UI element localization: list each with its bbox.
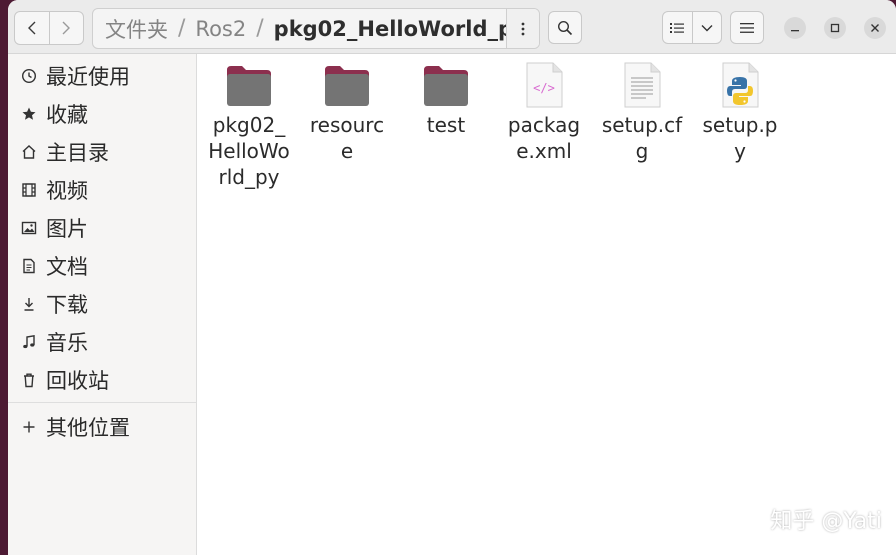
- folder-icon: [323, 60, 371, 108]
- sidebar-item-label: 音乐: [46, 331, 88, 355]
- breadcrumb-current[interactable]: pkg02_HelloWorld_py: [274, 17, 506, 41]
- sidebar-item-home[interactable]: 主目录: [8, 134, 196, 170]
- file-name: test: [426, 113, 466, 137]
- path-bar: 文件夹 / Ros2 / pkg02_HelloWorld_py: [92, 8, 540, 49]
- list-view-button[interactable]: [663, 12, 692, 43]
- clock-icon: [21, 68, 37, 84]
- search-button[interactable]: [548, 11, 582, 44]
- sidebar-item-pictures[interactable]: 图片: [8, 210, 196, 246]
- home-icon: [21, 144, 37, 160]
- file-item-setup-py[interactable]: setup.py: [692, 60, 788, 164]
- forward-button[interactable]: [48, 12, 84, 44]
- sidebar-item-label: 最近使用: [46, 65, 130, 89]
- sidebar-item-label: 下载: [46, 293, 88, 317]
- close-button[interactable]: [864, 17, 886, 39]
- breadcrumb-ros2[interactable]: Ros2: [195, 17, 246, 41]
- document-icon: [21, 258, 37, 274]
- sidebar: 最近使用 收藏 主目录 视频 图片 文档 下载 音乐 回收站 其他位置: [8, 54, 197, 555]
- file-name: setup.cfg: [601, 113, 683, 163]
- file-view: pkg02_HelloWorld_py resource test </> pa…: [197, 54, 896, 555]
- sidebar-item-music[interactable]: 音乐: [8, 324, 196, 360]
- folder-icon: [422, 60, 470, 108]
- view-dropdown-button[interactable]: [691, 12, 722, 43]
- sidebar-item-downloads[interactable]: 下载: [8, 286, 196, 322]
- hamburger-icon: [740, 22, 754, 33]
- image-icon: [21, 220, 37, 236]
- file-manager-window: 文件夹 / Ros2 / pkg02_HelloWorld_py 最近使用 收藏…: [8, 0, 896, 555]
- music-icon: [21, 334, 37, 350]
- chevron-left-icon: [27, 21, 36, 35]
- file-item-folder-test[interactable]: test: [398, 60, 494, 138]
- star-icon: [21, 106, 37, 122]
- file-item-package-xml[interactable]: </> package.xml: [496, 60, 592, 164]
- nav-buttons: [14, 11, 84, 45]
- vertical-ellipsis-icon: [521, 22, 525, 35]
- main-menu-button[interactable]: [730, 11, 764, 44]
- file-name: setup.py: [702, 113, 778, 163]
- xml-file-icon: </>: [520, 60, 568, 108]
- file-name: pkg02_HelloWorld_py: [208, 113, 290, 189]
- view-options: [662, 11, 722, 44]
- text-file-icon: [618, 60, 666, 108]
- search-icon: [557, 20, 573, 35]
- sidebar-item-starred[interactable]: 收藏: [8, 96, 196, 132]
- watermark: 知乎 @Yati: [770, 509, 882, 534]
- maximize-button[interactable]: [824, 17, 846, 39]
- trash-icon: [21, 372, 37, 388]
- path-menu-button[interactable]: [506, 9, 539, 48]
- sidebar-item-recent[interactable]: 最近使用: [8, 58, 196, 94]
- sidebar-item-label: 视频: [46, 179, 88, 203]
- sidebar-item-label: 收藏: [46, 103, 88, 127]
- sidebar-item-other-locations[interactable]: 其他位置: [8, 409, 196, 445]
- sidebar-item-label: 其他位置: [46, 416, 130, 440]
- file-name: resource: [309, 113, 385, 163]
- chevron-right-icon: [62, 21, 71, 35]
- breadcrumb-root[interactable]: 文件夹: [105, 14, 168, 44]
- file-name: package.xml: [507, 113, 581, 163]
- file-item-folder-resource[interactable]: resource: [299, 60, 395, 164]
- back-button[interactable]: [15, 12, 49, 44]
- video-icon: [21, 182, 37, 198]
- download-icon: [21, 296, 37, 312]
- python-file-icon: [716, 60, 764, 108]
- sidebar-item-documents[interactable]: 文档: [8, 248, 196, 284]
- svg-text:</>: </>: [533, 81, 555, 95]
- plus-icon: [21, 419, 37, 435]
- sidebar-item-label: 主目录: [46, 141, 109, 165]
- sidebar-item-videos[interactable]: 视频: [8, 172, 196, 208]
- sidebar-item-trash[interactable]: 回收站: [8, 362, 196, 398]
- sidebar-item-label: 图片: [46, 217, 88, 241]
- list-icon: [670, 22, 685, 33]
- minimize-icon: [791, 30, 799, 32]
- maximize-icon: [830, 23, 840, 33]
- sidebar-item-label: 回收站: [46, 369, 109, 393]
- sidebar-item-label: 文档: [46, 255, 88, 279]
- sidebar-divider: [8, 402, 196, 403]
- file-item-setup-cfg[interactable]: setup.cfg: [594, 60, 690, 164]
- folder-icon: [225, 60, 273, 108]
- file-item-folder-pkg02[interactable]: pkg02_HelloWorld_py: [201, 60, 297, 190]
- close-icon: [871, 24, 879, 32]
- minimize-button[interactable]: [784, 17, 806, 39]
- chevron-down-icon: [701, 24, 713, 31]
- header-bar: 文件夹 / Ros2 / pkg02_HelloWorld_py: [8, 0, 896, 54]
